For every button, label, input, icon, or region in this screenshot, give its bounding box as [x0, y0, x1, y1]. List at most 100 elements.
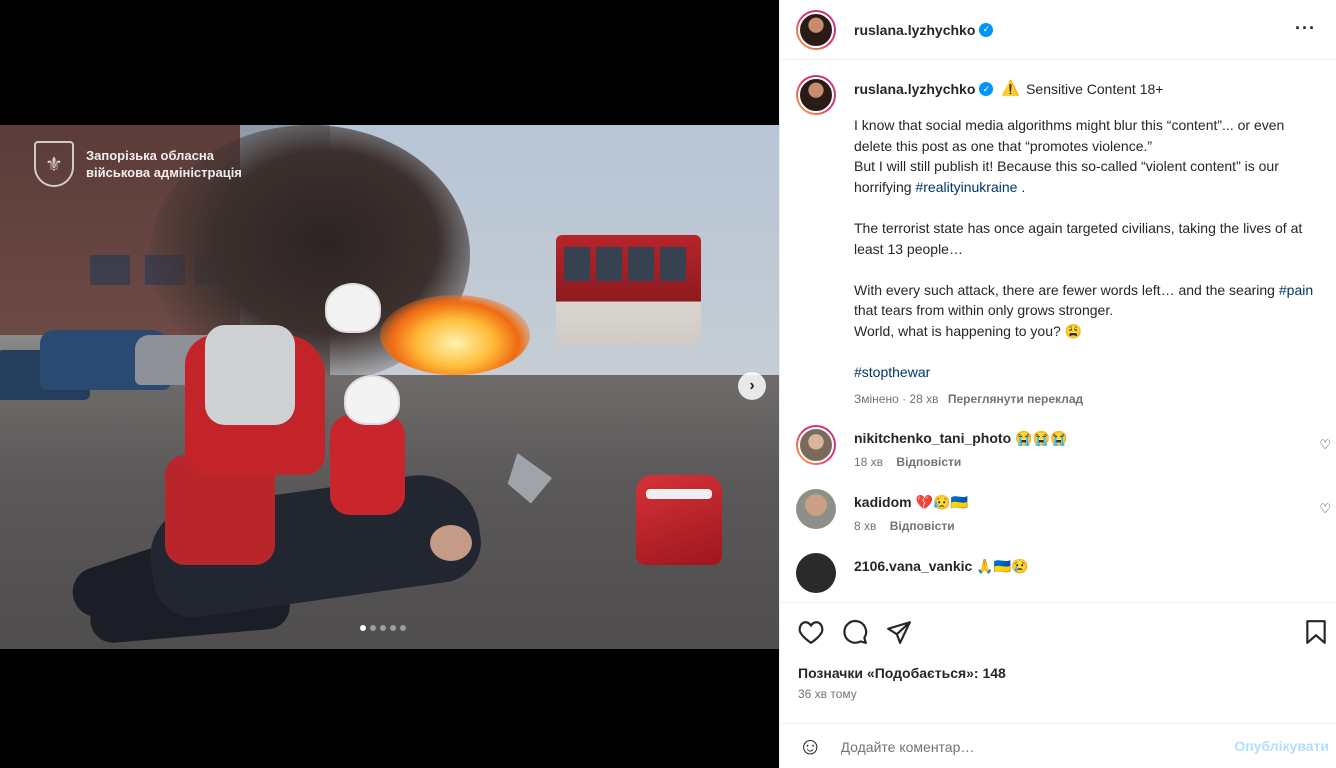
comment-username[interactable]: 2106.vana_vankic [854, 558, 972, 574]
comment-bubble-icon[interactable] [842, 619, 868, 645]
reply-button[interactable]: Відповісти [890, 519, 955, 533]
photo-watermark: ⚜ Запорізька обласна військова адміністр… [34, 141, 242, 187]
caption-text: . [1017, 178, 1026, 195]
comment-avatar[interactable] [796, 489, 836, 530]
verified-badge-icon: ✓ [979, 82, 994, 96]
comment-text-row: 2106.vana_vankic 🙏🇺🇦😢 [854, 553, 1029, 579]
medic-helmet [344, 375, 400, 425]
caption-top: ruslana.lyzhychko ✓ ⚠️ Sensitive Content… [854, 73, 1314, 105]
like-comment-heart-icon[interactable]: ♡ [1319, 501, 1331, 517]
medic-helmet [325, 283, 381, 333]
post-header: ruslana.lyzhychko ✓ ··· [780, 0, 1336, 60]
sensitive-label: Sensitive Content 18+ [1026, 80, 1164, 97]
comment-item: nikitchenko_tani_photo 😭😭😭 18 хв Відпові… [780, 425, 1336, 469]
carousel-dots [360, 625, 406, 631]
caption-body: ruslana.lyzhychko ✓ ⚠️ Sensitive Content… [854, 75, 1314, 409]
caption-text: that tears from within only grows strong… [854, 302, 1114, 339]
hashtag-link[interactable]: #stopthewar [854, 364, 930, 380]
caption-username[interactable]: ruslana.lyzhychko [854, 79, 975, 100]
photo-fire [380, 295, 530, 375]
carousel-next-button[interactable]: › [738, 372, 766, 400]
media-panel: ⚜ Запорізька обласна військова адміністр… [0, 0, 779, 768]
caption-avatar[interactable] [796, 75, 836, 115]
photo-window [90, 255, 130, 285]
victim-head [430, 525, 472, 561]
bookmark-icon[interactable] [1305, 619, 1327, 645]
photo-medic [165, 283, 381, 565]
avatar-image [798, 427, 834, 464]
reply-button[interactable]: Відповісти [896, 455, 961, 469]
like-heart-icon[interactable] [798, 620, 824, 644]
watermark-line2: військова адміністрація [86, 165, 242, 180]
photo-medical-bag [636, 475, 722, 565]
caption-paragraph-2: The terrorist state has once again targe… [854, 219, 1303, 257]
post-sidebar: ruslana.lyzhychko ✓ ··· ruslana.lyzhychk… [779, 0, 1336, 768]
carousel-dot [360, 625, 366, 631]
tram-window [564, 247, 590, 281]
caption-text: With every such attack, there are fewer … [854, 281, 1279, 298]
share-send-icon[interactable] [886, 620, 912, 644]
caption-meta: Змінено · 28 хв Переглянути переклад [854, 389, 1314, 410]
comment-username[interactable]: kadidom [854, 494, 912, 510]
comment-text: 🙏🇺🇦😢 [976, 557, 1029, 574]
tram-window [628, 247, 654, 281]
tram-window [596, 247, 622, 281]
comment-text: 💔😥🇺🇦 [915, 493, 968, 510]
bag-strap [646, 489, 712, 499]
emoji-icon[interactable]: ☺ [798, 733, 823, 761]
comment-text-row: nikitchenko_tani_photo 😭😭😭 [854, 425, 1067, 451]
avatar-image [798, 11, 834, 48]
medic-torso [330, 415, 405, 515]
comment-avatar[interactable] [796, 553, 836, 594]
comment-username[interactable]: nikitchenko_tani_photo [854, 430, 1011, 446]
carousel-dot [400, 625, 406, 631]
author-username[interactable]: ruslana.lyzhychko [854, 22, 975, 38]
instagram-post-modal: ⚜ Запорізька обласна військова адміністр… [0, 0, 1336, 768]
see-translation-button[interactable]: Переглянути переклад [948, 392, 1083, 406]
carousel-dot [390, 625, 396, 631]
medic-vest [205, 325, 295, 425]
comment-body: nikitchenko_tani_photo 😭😭😭 18 хв Відпові… [854, 425, 1067, 470]
action-icons [780, 603, 1336, 661]
verified-badge-icon: ✓ [979, 22, 994, 37]
caption: ruslana.lyzhychko ✓ ⚠️ Sensitive Content… [780, 61, 1336, 409]
avatar-image [798, 77, 834, 113]
hashtag-link[interactable]: #pain [1279, 282, 1313, 298]
comment-meta: 8 хв Відповісти [854, 519, 968, 533]
carousel-dot [380, 625, 386, 631]
comment-avatar[interactable] [796, 425, 836, 466]
post-actions: Позначки «Подобається»: 148 36 хв тому ☺… [780, 602, 1336, 768]
caption-paragraph-1: I know that social media algorithms migh… [854, 115, 1314, 197]
comment-time: 18 хв [854, 455, 884, 470]
author-avatar[interactable] [796, 9, 836, 50]
coat-of-arms-icon: ⚜ [34, 141, 74, 187]
hashtag-link[interactable]: #realityinukraine [915, 179, 1017, 195]
post-photo: ⚜ Запорізька обласна військова адміністр… [0, 125, 779, 649]
more-options-icon[interactable]: ··· [1295, 18, 1316, 39]
comment-time: 8 хв [854, 519, 877, 534]
comment-body: 2106.vana_vankic 🙏🇺🇦😢 [854, 553, 1029, 593]
caption-paragraph-4: #stopthewar [854, 362, 1314, 383]
add-comment-bar: ☺ Опублікувати [780, 723, 1336, 768]
comment-meta: 18 хв Відповісти [854, 455, 1067, 469]
watermark-line1: Запорізька обласна [86, 148, 214, 163]
photo-medic-second [330, 375, 410, 515]
edited-label: Змінено · 28 хв [854, 391, 939, 406]
comment-body: kadidom 💔😥🇺🇦 8 хв Відповісти [854, 489, 968, 534]
caption-paragraph-3: With every such attack, there are fewer … [854, 280, 1314, 342]
comment-input[interactable] [840, 738, 1201, 755]
like-comment-heart-icon[interactable]: ♡ [1319, 437, 1331, 453]
likes-count[interactable]: Позначки «Подобається»: 148 [780, 665, 1336, 681]
comments-scroll[interactable]: ruslana.lyzhychko ✓ ⚠️ Sensitive Content… [780, 61, 1336, 601]
comment-text-row: kadidom 💔😥🇺🇦 [854, 489, 968, 515]
photo-tram [556, 235, 701, 345]
warning-icon: ⚠️ [1001, 79, 1021, 97]
comment-item: kadidom 💔😥🇺🇦 8 хв Відповісти ♡ [780, 489, 1336, 533]
post-time[interactable]: 36 хв тому [780, 687, 1336, 701]
chevron-right-icon: › [749, 377, 755, 394]
tram-window [660, 247, 686, 281]
post-comment-button[interactable]: Опублікувати [1234, 738, 1329, 754]
